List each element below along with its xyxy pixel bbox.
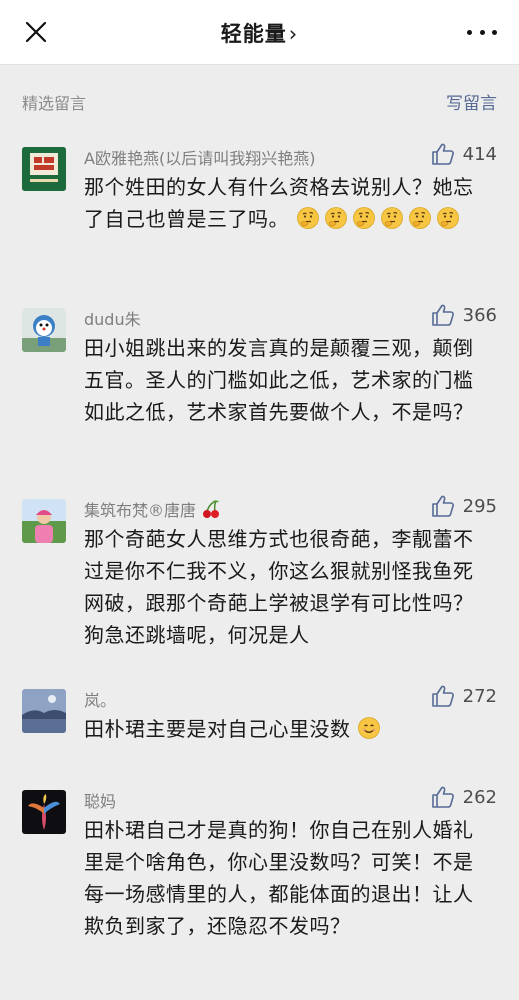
commenter-name[interactable]: 聪妈 (84, 788, 116, 812)
comment-item: A欧雅艳燕(以后请叫我翔兴艳燕) 414 那个姓田的女人有什么资格去说别人？她忘… (0, 144, 519, 277)
commenter-name-text: 集筑布梵®唐唐 (84, 501, 197, 520)
like-count: 414 (462, 143, 497, 165)
comment-text: 那个奇葩女人思维方式也很奇葩，李靓蕾不过是你不仁我不义，你这么狠就别怪我鱼死网破… (84, 527, 474, 647)
commenter-name[interactable]: A欧雅艳燕(以后请叫我翔兴艳燕) (84, 145, 315, 169)
commenter-name[interactable]: 岚。 (84, 687, 116, 711)
like-count: 295 (462, 495, 497, 517)
comments-section-header: 精选留言 写留言 (0, 65, 519, 137)
avatar-image (22, 689, 66, 733)
like-button[interactable]: 262 (431, 786, 497, 808)
like-button[interactable]: 366 (431, 304, 497, 326)
avatar-image (22, 790, 66, 834)
like-count: 272 (462, 685, 497, 707)
like-count: 262 (462, 786, 497, 808)
thinking-face-icon (324, 206, 348, 230)
write-comment-link[interactable]: 写留言 (446, 89, 497, 114)
like-button[interactable]: 272 (431, 685, 497, 707)
comment-text: 田朴珺主要是对自己心里没数 (84, 713, 484, 745)
thinking-face-icon (296, 206, 320, 230)
comment-body: 田朴珺主要是对自己心里没数 (84, 717, 351, 741)
like-button[interactable]: 295 (431, 495, 497, 517)
more-icon-dot (492, 29, 497, 35)
avatar[interactable] (22, 790, 66, 834)
thumbs-up-icon (431, 143, 454, 165)
thinking-face-icon (380, 206, 404, 230)
smiling-face-icon (357, 716, 381, 740)
like-count: 366 (462, 304, 497, 326)
thumbs-up-icon (431, 304, 454, 326)
account-title: 轻能量 (220, 22, 287, 46)
comment-item: dudu朱 366 田小姐跳出来的发言真的是颠覆三观，颠倒五官。圣人的门槛如此之… (0, 305, 519, 458)
like-button[interactable]: 414 (431, 143, 497, 165)
thumbs-up-icon (431, 786, 454, 808)
emoji-run (296, 207, 464, 231)
account-title-link[interactable]: 轻能量› (0, 18, 519, 48)
more-icon-dot (479, 29, 485, 35)
avatar[interactable] (22, 689, 66, 733)
avatar[interactable] (22, 499, 66, 543)
section-label: 精选留言 (22, 94, 87, 113)
thinking-face-icon (352, 206, 376, 230)
emoji-run (357, 717, 385, 741)
thinking-face-icon (408, 206, 432, 230)
avatar[interactable] (22, 147, 66, 191)
avatar-image (22, 147, 66, 191)
comment-text: 田小姐跳出来的发言真的是颠覆三观，颠倒五官。圣人的门槛如此之低，艺术家的门槛如此… (84, 336, 474, 424)
more-icon (467, 29, 472, 35)
comment-item: 聪妈 262 田朴珺自己才是真的狗！你自己在别人婚礼里是个啥角色，你心里没数吗？… (0, 787, 519, 990)
cherries-icon (203, 500, 220, 518)
commenter-name[interactable]: dudu朱 (84, 306, 141, 330)
comment-item: 集筑布梵®唐唐 295 那个奇葩女人思维方式也很奇葩，李靓蕾不过是你不仁我不义，… (0, 496, 519, 649)
avatar[interactable] (22, 308, 66, 352)
thumbs-up-icon (431, 685, 454, 707)
thumbs-up-icon (431, 495, 454, 517)
comment-text: 田朴珺自己才是真的狗！你自己在别人婚礼里是个啥角色，你心里没数吗？可笑！不是每一… (84, 818, 474, 938)
commenter-name[interactable]: 集筑布梵®唐唐 (84, 497, 221, 521)
chevron-right-icon: › (288, 22, 299, 46)
avatar-image (22, 499, 66, 543)
top-bar: 轻能量› (0, 0, 519, 65)
comment-text: 那个姓田的女人有什么资格去说别人？她忘了自己也曾是三了吗。 (84, 171, 484, 235)
comment-item: 岚。 272 田朴珺主要是对自己心里没数 (0, 686, 519, 759)
avatar-image (22, 308, 66, 352)
more-button[interactable] (467, 22, 497, 42)
thinking-face-icon (436, 206, 460, 230)
